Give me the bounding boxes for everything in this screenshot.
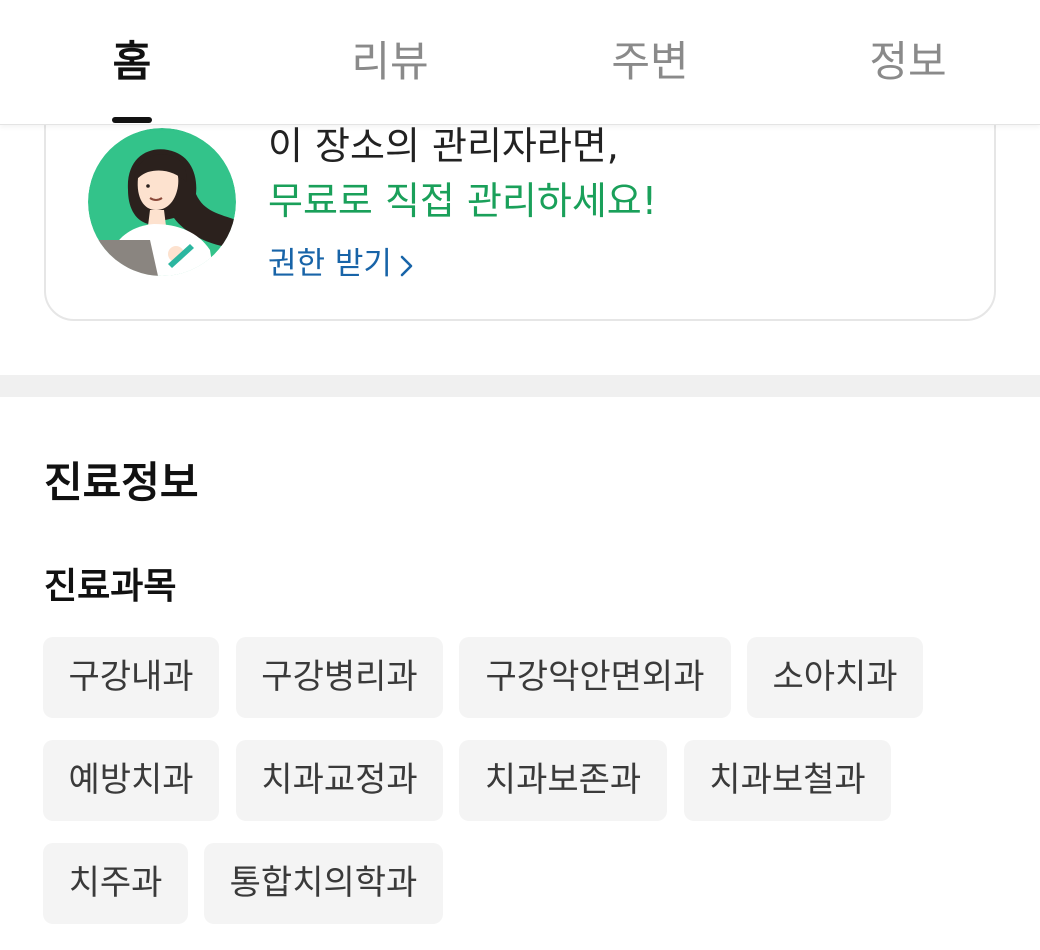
claim-message-line1: 이 장소의 관리자라면, [268,124,619,168]
chevron-right-icon [398,250,416,278]
subject-chip[interactable]: 구강악안면외과 [459,637,731,718]
subject-chip[interactable]: 치주과 [43,843,188,924]
medical-subjects-title: 진료과목 [44,566,177,607]
tab-info[interactable]: 정보 [848,34,968,90]
get-permission-label: 권한 받기 [268,246,392,282]
top-tab-bar: 홈 리뷰 주변 정보 [0,0,1040,125]
tab-around[interactable]: 주변 [590,34,710,90]
subject-chip[interactable]: 치과보철과 [684,740,891,821]
subject-chip[interactable]: 치과보존과 [459,740,667,821]
woman-with-laptop-illustration-icon [88,128,236,276]
subject-chip[interactable]: 소아치과 [747,637,923,718]
active-tab-indicator [112,117,152,123]
claim-message-line2: 무료로 직접 관리하세요! [268,179,657,223]
get-permission-link[interactable]: 권한 받기 [268,244,416,284]
tab-home[interactable]: 홈 [92,34,172,90]
subject-chip[interactable]: 통합치의학과 [204,843,443,924]
tab-review[interactable]: 리뷰 [330,34,450,90]
section-divider [0,375,1040,397]
subject-chip[interactable]: 구강병리과 [236,637,443,718]
medical-info-title: 진료정보 [44,458,199,507]
subject-chip[interactable]: 예방치과 [43,740,219,821]
subject-chip[interactable]: 구강내과 [43,637,219,718]
subject-chip[interactable]: 치과교정과 [236,740,443,821]
